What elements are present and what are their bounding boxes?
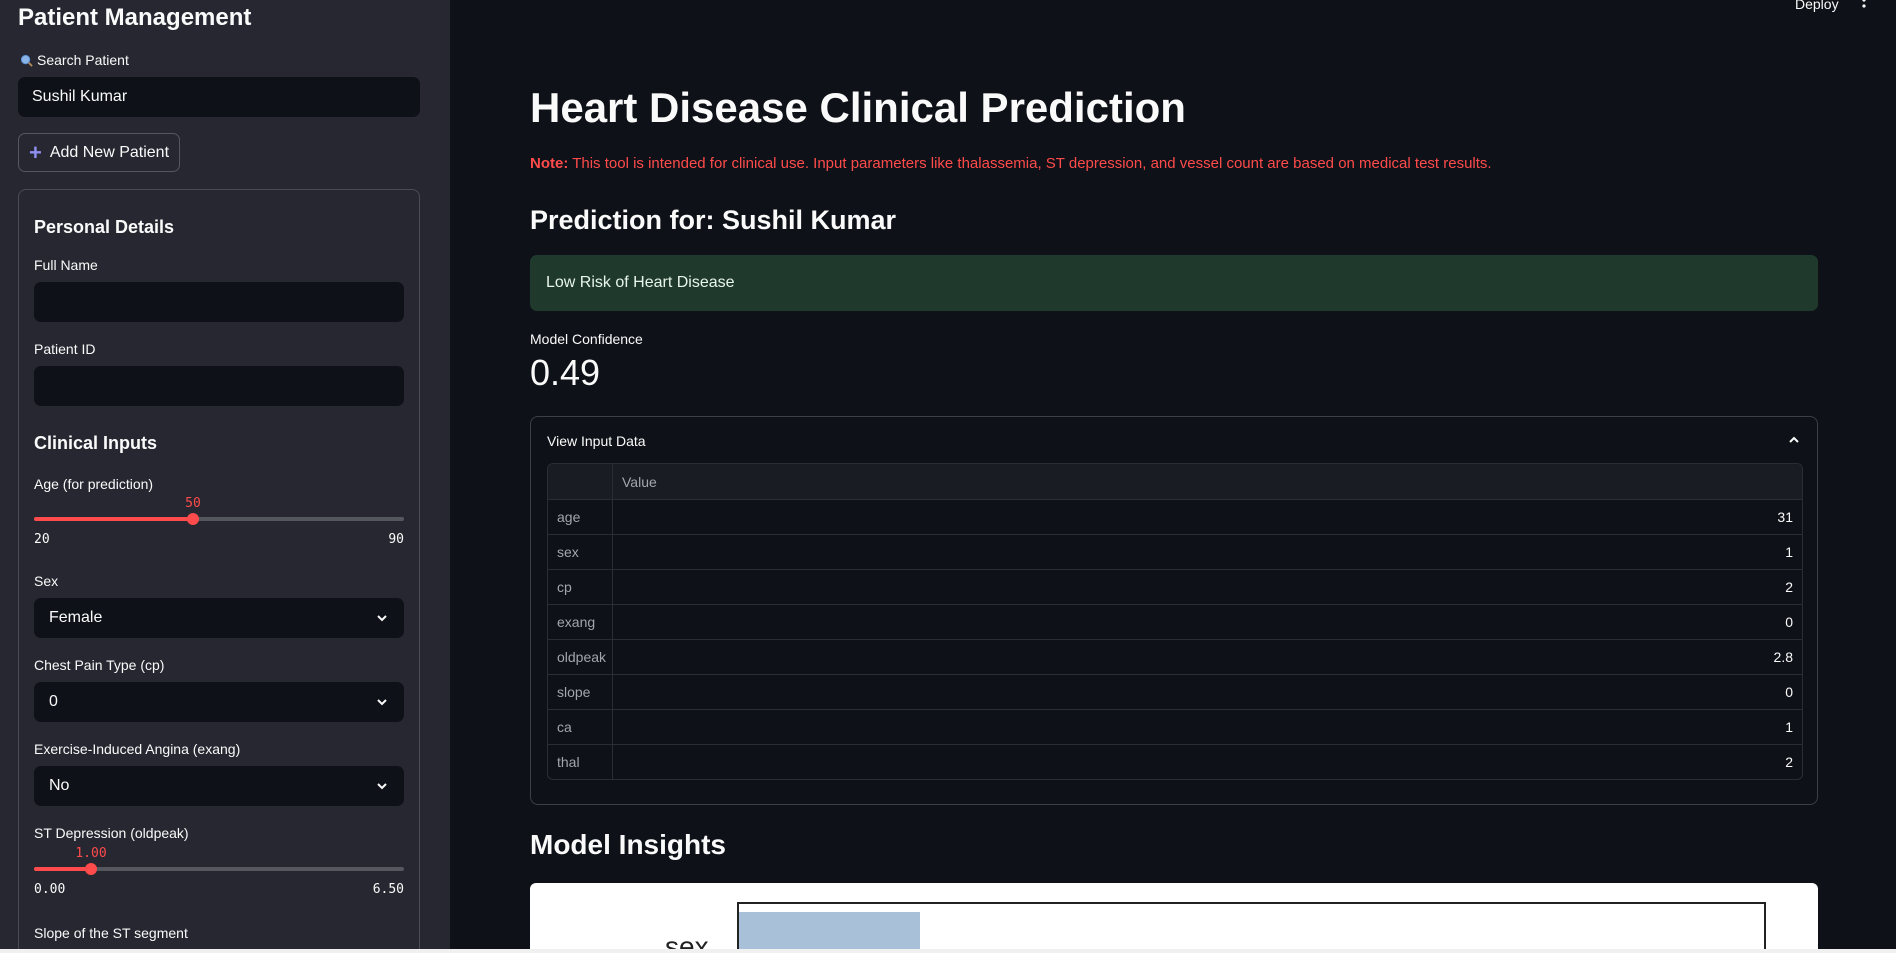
exang-select[interactable]: No [34,766,404,806]
patient-id-field[interactable] [34,366,404,406]
full-name-label: Full Name [34,257,98,273]
row-feature: ca [548,710,613,744]
metric-value: 0.49 [530,352,601,393]
input-data-table[interactable]: Value age 31 sex 1 cp 2 exang 0 oldpeak 2.8 slope 0… [547,463,1803,780]
more-options-icon[interactable] [1860,0,1868,14]
oldpeak-label: ST Depression (oldpeak) [34,825,189,841]
expander-header[interactable]: View Input Data [547,433,646,449]
row-value: 2.8 [1773,649,1793,665]
oldpeak-slider-fill [34,867,91,871]
sex-label: Sex [34,573,59,589]
row-feature: exang [548,605,613,639]
slope-label: Slope of the ST segment [34,925,188,941]
age-slider-fill [34,517,193,521]
add-new-patient-button[interactable]: + Add New Patient [18,133,180,172]
cp-label: Chest Pain Type (cp) [34,657,165,673]
oldpeak-slider-min: 0.00 [34,882,66,897]
age-slider-thumb[interactable] [187,513,199,525]
row-value: 0 [1785,684,1793,700]
add-new-patient-label: Add New Patient [49,143,170,161]
patient-id-label: Patient ID [34,341,96,357]
row-feature: age [548,500,613,534]
cp-select-value: 0 [49,693,58,710]
oldpeak-slider-thumb[interactable] [85,863,97,875]
chevron-down-icon [377,615,387,622]
sidebar-title: Patient Management [18,4,252,31]
row-feature: cp [548,570,613,604]
oldpeak-slider-track[interactable] [34,863,404,875]
patient-form: Personal Details Full Name Patient ID Cl… [18,189,420,953]
insights-plot: sex [530,883,1818,953]
age-slider-min: 20 [34,532,50,547]
clinical-note: Note: This tool is intended for clinical… [530,155,1492,172]
oldpeak-slider-max: 6.50 [372,882,404,897]
row-value: 0 [1785,614,1793,630]
sex-select[interactable]: Female [34,598,404,638]
row-feature: oldpeak [548,640,613,674]
table-row[interactable]: thal 2 [548,744,1802,779]
plus-icon: + [28,139,42,165]
chevron-down-icon [377,699,387,706]
chevron-up-icon[interactable] [1787,433,1801,447]
prediction-title: Prediction for: Sushil Kumar [530,205,897,235]
oldpeak-slider-value: 1.00 [75,846,107,861]
age-slider-max: 90 [388,532,404,547]
row-value: 1 [1785,719,1793,735]
age-slider-value: 50 [185,496,201,511]
cp-select[interactable]: 0 [34,682,404,722]
sidebar: Patient Management Search Patient + Add … [0,0,450,953]
search-label-text: Search Patient [37,52,129,68]
age-slider-track[interactable] [34,513,404,525]
search-icon [20,54,33,67]
table-row[interactable]: cp 2 [548,569,1802,604]
value-column-header[interactable]: Value [613,464,1802,499]
index-header [548,464,613,499]
personal-details-title: Personal Details [34,217,175,237]
note-prefix: Note: [530,155,569,172]
result-text: Low Risk of Heart Disease [546,274,735,291]
exang-select-value: No [49,777,70,794]
row-value: 2 [1785,754,1793,770]
table-row[interactable]: sex 1 [548,534,1802,569]
full-name-field[interactable] [34,282,404,322]
row-value: 1 [1785,544,1793,560]
table-row[interactable]: slope 0 [548,674,1802,709]
row-feature: thal [548,745,613,779]
row-feature: slope [548,675,613,709]
window-bottom-edge [0,949,1896,953]
row-value: 2 [1785,579,1793,595]
table-header-row: Value [548,464,1802,499]
page-title: Heart Disease Clinical Prediction [530,84,1186,131]
search-input[interactable] [18,77,420,117]
table-row[interactable]: oldpeak 2.8 [548,639,1802,674]
table-row[interactable]: ca 1 [548,709,1802,744]
metric-label: Model Confidence [530,331,643,347]
deploy-button[interactable]: Deploy [1795,0,1839,12]
age-slider[interactable]: 50 20 90 [34,496,404,547]
note-text: This tool is intended for clinical use. … [568,155,1492,172]
search-label: Search Patient [20,52,129,68]
result-alert: Low Risk of Heart Disease [530,255,1818,311]
model-insights-title: Model Insights [530,829,726,860]
exang-label: Exercise-Induced Angina (exang) [34,741,241,757]
row-value: 31 [1777,509,1793,525]
chevron-down-icon [377,783,387,790]
input-data-expander: View Input Data Value age 31 sex 1 cp 2 exang 0… [530,416,1818,805]
table-row[interactable]: age 31 [548,499,1802,534]
oldpeak-slider[interactable]: 1.00 0.00 6.50 [34,846,404,897]
table-row[interactable]: exang 0 [548,604,1802,639]
sex-select-value: Female [49,609,103,626]
row-feature: sex [548,535,613,569]
age-label: Age (for prediction) [34,476,154,492]
clinical-inputs-title: Clinical Inputs [34,433,158,453]
plot-bar [739,912,920,953]
